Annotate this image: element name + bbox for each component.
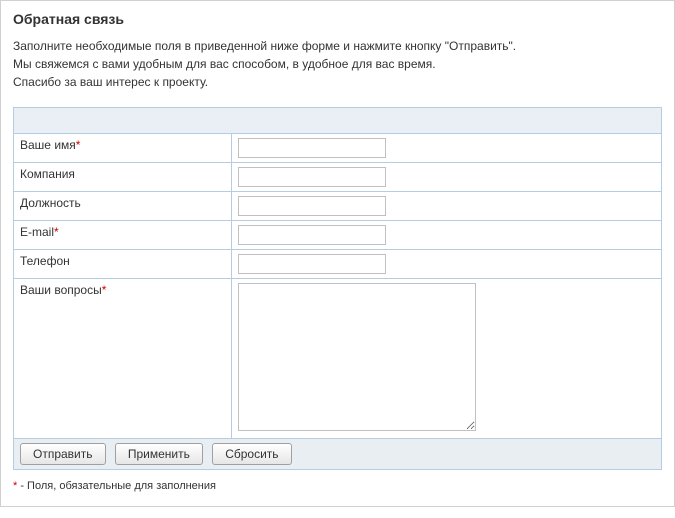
label-phone: Телефон <box>20 254 70 268</box>
label-email: E-mail <box>20 225 54 239</box>
name-input[interactable] <box>238 138 386 158</box>
feedback-form-container: Обратная связь Заполните необходимые пол… <box>0 0 675 507</box>
row-company: Компания <box>14 163 662 192</box>
intro-text: Заполните необходимые поля в приведенной… <box>13 37 662 91</box>
buttons-row: Отправить Применить Сбросить <box>14 439 662 470</box>
apply-button[interactable]: Применить <box>115 443 203 465</box>
row-position: Должность <box>14 192 662 221</box>
input-name-cell <box>232 134 662 163</box>
form-header-row <box>14 108 662 134</box>
label-questions-cell: Ваши вопросы* <box>14 279 232 439</box>
label-phone-cell: Телефон <box>14 250 232 279</box>
label-name: Ваше имя <box>20 138 76 152</box>
row-email: E-mail* <box>14 221 662 250</box>
questions-textarea[interactable] <box>238 283 476 431</box>
intro-line-3: Спасибо за ваш интерес к проекту. <box>13 75 208 89</box>
page-title: Обратная связь <box>13 11 662 27</box>
submit-button[interactable]: Отправить <box>20 443 106 465</box>
row-questions: Ваши вопросы* <box>14 279 662 439</box>
input-position-cell <box>232 192 662 221</box>
row-name: Ваше имя* <box>14 134 662 163</box>
email-input[interactable] <box>238 225 386 245</box>
label-company: Компания <box>20 167 75 181</box>
label-name-cell: Ваше имя* <box>14 134 232 163</box>
label-email-cell: E-mail* <box>14 221 232 250</box>
intro-line-1: Заполните необходимые поля в приведенной… <box>13 39 516 53</box>
footnote-text: - Поля, обязательные для заполнения <box>17 480 216 492</box>
label-position-cell: Должность <box>14 192 232 221</box>
required-marker: * <box>54 225 59 239</box>
company-input[interactable] <box>238 167 386 187</box>
footnote: * - Поля, обязательные для заполнения <box>13 480 662 492</box>
required-marker: * <box>102 283 107 297</box>
input-company-cell <box>232 163 662 192</box>
label-company-cell: Компания <box>14 163 232 192</box>
reset-button[interactable]: Сбросить <box>212 443 291 465</box>
intro-line-2: Мы свяжемся с вами удобным для вас спосо… <box>13 57 436 71</box>
position-input[interactable] <box>238 196 386 216</box>
required-marker: * <box>76 138 81 152</box>
label-position: Должность <box>20 196 81 210</box>
phone-input[interactable] <box>238 254 386 274</box>
label-questions: Ваши вопросы <box>20 283 102 297</box>
input-email-cell <box>232 221 662 250</box>
row-phone: Телефон <box>14 250 662 279</box>
input-questions-cell <box>232 279 662 439</box>
form-table: Ваше имя* Компания Должность E-m <box>13 107 662 470</box>
input-phone-cell <box>232 250 662 279</box>
